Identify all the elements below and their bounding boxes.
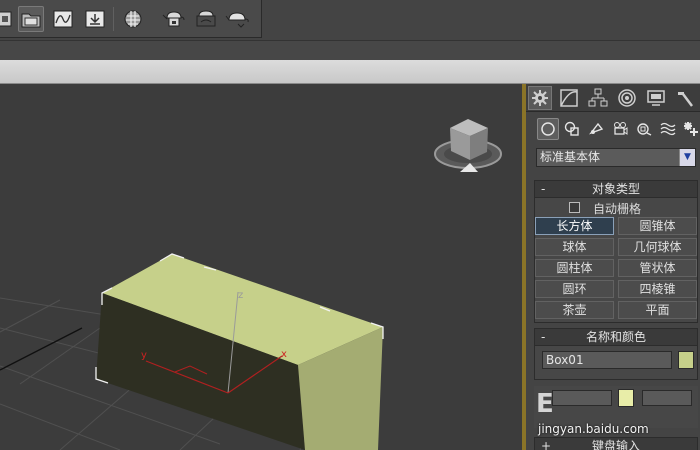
teapot-render-icon[interactable] — [160, 6, 186, 32]
helpers-icon[interactable] — [633, 118, 655, 140]
tube-button[interactable]: 管状体 — [618, 259, 697, 277]
graph-editor-icon[interactable] — [50, 6, 76, 32]
ribbon-strip — [0, 60, 700, 84]
keyboard-entry-title: 键盘输入 — [591, 439, 640, 450]
document-icon[interactable] — [0, 6, 18, 32]
collapse-icon[interactable]: - — [541, 181, 545, 197]
cylinder-button[interactable]: 圆柱体 — [535, 259, 614, 277]
keyboard-entry-rollout: + 键盘输入 — [534, 437, 698, 450]
primitive-type-dropdown[interactable]: 标准基本体 ▼ — [536, 148, 696, 167]
object-type-rollout: - 对象类型 自动栅格 长方体 圆锥体 球体 几何球体 圆柱体 管状体 圆环 四… — [534, 180, 698, 323]
svg-text:E: E — [536, 389, 554, 414]
lights-icon[interactable] — [585, 118, 607, 140]
geometry-icon[interactable] — [537, 118, 559, 140]
watermark-text: jingyan.baidu.com — [538, 422, 649, 436]
autogrid-checkbox[interactable] — [569, 202, 580, 213]
name-color-header[interactable]: - 名称和颜色 — [535, 329, 697, 346]
torus-button[interactable]: 圆环 — [535, 280, 614, 298]
cameras-icon[interactable] — [609, 118, 631, 140]
toolbar-strip — [0, 40, 700, 60]
autogrid-row: 自动栅格 — [535, 198, 697, 217]
main-toolbar — [0, 0, 700, 40]
watermark-logo: E — [536, 384, 696, 419]
modify-tab-icon[interactable] — [557, 86, 581, 110]
collapse-icon[interactable]: - — [541, 329, 545, 345]
name-color-rollout: - 名称和颜色 Box01 — [534, 328, 698, 380]
category-buttons — [526, 116, 700, 144]
toolbar-group — [0, 0, 262, 38]
sphere-button[interactable]: 球体 — [535, 238, 614, 256]
teapot-button[interactable]: 茶壶 — [535, 301, 614, 319]
gizmo-x-label: x — [281, 349, 287, 360]
gizmo-z-label: z — [238, 290, 243, 301]
motion-tab-icon[interactable] — [615, 86, 639, 110]
object-name-field[interactable]: Box01 — [542, 351, 672, 369]
space-warps-icon[interactable] — [657, 118, 679, 140]
object-type-header[interactable]: - 对象类型 — [535, 181, 697, 198]
autogrid-label: 自动栅格 — [593, 202, 642, 216]
hierarchy-tab-icon[interactable] — [586, 86, 610, 110]
geosphere-button[interactable]: 几何球体 — [618, 238, 697, 256]
dropdown-value: 标准基本体 — [540, 150, 601, 164]
systems-icon[interactable] — [680, 118, 700, 140]
keyboard-entry-header[interactable]: + 键盘输入 — [535, 438, 697, 450]
teapot-frame-icon[interactable] — [192, 6, 218, 32]
viewcube-icon[interactable] — [434, 119, 502, 172]
pyramid-button[interactable]: 四棱锥 — [618, 280, 697, 298]
create-tab-icon[interactable] — [528, 86, 552, 110]
folder-icon[interactable] — [18, 6, 44, 32]
object-color-swatch[interactable] — [678, 351, 694, 369]
name-color-title: 名称和颜色 — [585, 330, 646, 344]
display-tab-icon[interactable] — [644, 86, 668, 110]
gizmo-y-label: y — [141, 350, 147, 361]
panel-tabs — [526, 84, 700, 112]
object-type-buttons: 长方体 圆锥体 球体 几何球体 圆柱体 管状体 圆环 四棱锥 茶壶 平面 — [535, 217, 697, 322]
viewport-scene: y x z — [0, 119, 502, 450]
plane-button[interactable]: 平面 — [618, 301, 697, 319]
box-button[interactable]: 长方体 — [535, 217, 614, 235]
box-object[interactable] — [95, 253, 384, 450]
utilities-tab-icon[interactable] — [673, 86, 697, 110]
expand-icon[interactable]: + — [541, 438, 551, 450]
teapot-active-icon[interactable] — [224, 6, 250, 32]
cone-button[interactable]: 圆锥体 — [618, 217, 697, 235]
object-type-title: 对象类型 — [591, 182, 640, 196]
shapes-icon[interactable] — [561, 118, 583, 140]
render-setup-icon[interactable] — [82, 6, 108, 32]
perspective-viewport[interactable]: y x z — [0, 84, 522, 450]
material-editor-icon[interactable] — [120, 6, 146, 32]
chevron-down-icon[interactable]: ▼ — [679, 149, 695, 166]
